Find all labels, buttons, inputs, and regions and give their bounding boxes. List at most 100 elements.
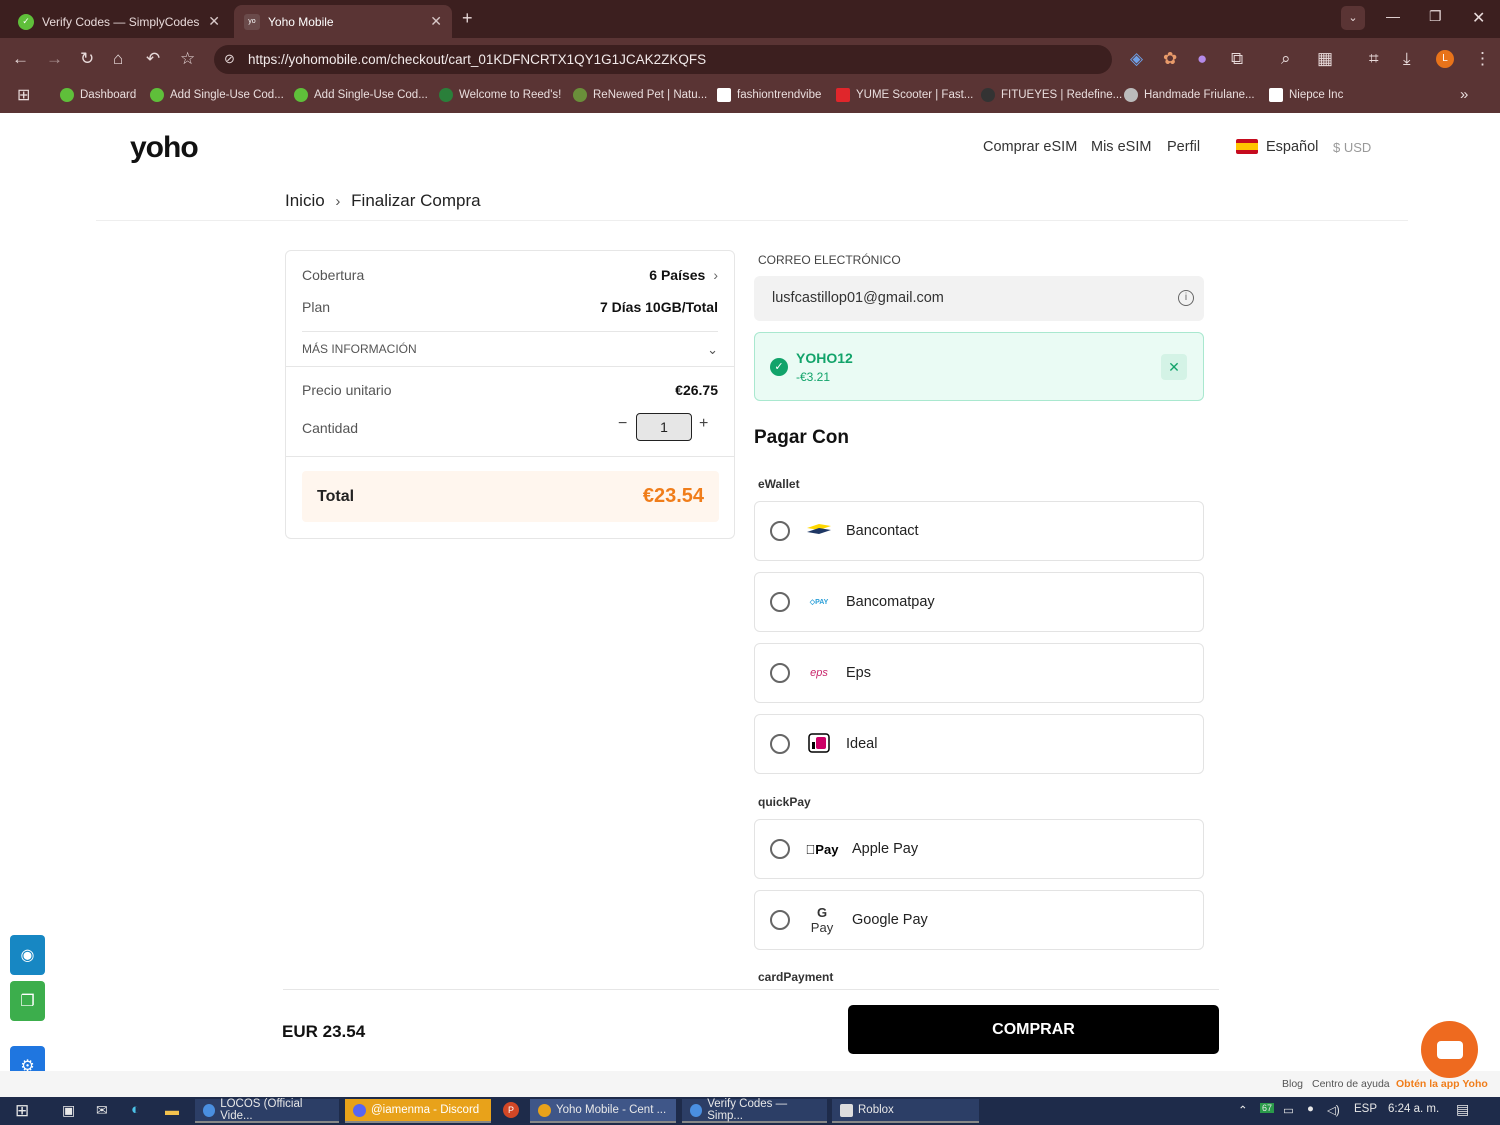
tab-search-icon[interactable]: ⌄ (1341, 6, 1365, 30)
taskbar-item[interactable]: LOCOS (Official Vide... (195, 1098, 339, 1123)
edge-icon[interactable]: ◐ (131, 1101, 140, 1118)
back-icon[interactable]: ← (12, 49, 29, 69)
puzzle-icon[interactable]: ⧉ (1231, 49, 1243, 69)
footer-links: Blog Centro de ayuda Obtén la app Yoho (0, 1071, 1500, 1097)
menu-icon[interactable]: ⋮ (1474, 49, 1491, 69)
radio-button[interactable] (770, 663, 790, 683)
tab-verify-codes[interactable]: ✓ Verify Codes — SimplyCodes ✕ (8, 5, 230, 38)
taskbar-item[interactable]: @iamenma - Discord (345, 1099, 491, 1123)
profile-avatar[interactable]: L (1436, 50, 1454, 68)
remove-promo-button[interactable]: ✕ (1161, 354, 1187, 380)
close-window-icon[interactable]: ✕ (1472, 8, 1485, 28)
notifications-icon[interactable]: ▤ (1456, 1101, 1469, 1118)
taskbar-item[interactable]: Roblox (832, 1099, 979, 1123)
tray-badge[interactable]: 67 (1260, 1103, 1275, 1113)
volume-icon[interactable]: ◁) (1327, 1103, 1340, 1117)
coverage-value[interactable]: 6 Países › (649, 267, 718, 283)
store-icon[interactable]: ▣ (62, 1102, 75, 1119)
bookmark-item[interactable]: YUME Scooter | Fast... (836, 88, 973, 102)
address-bar[interactable]: ⊘ https://yohomobile.com/checkout/cart_0… (214, 45, 1112, 74)
nav-my-esim[interactable]: Mis eSIM (1091, 139, 1151, 155)
home-icon[interactable]: ⌂ (113, 49, 123, 69)
more-info-toggle[interactable]: MÁS INFORMACIÓN ⌄ (302, 342, 718, 358)
bookmark-item[interactable]: Add Single-Use Cod... (294, 88, 428, 102)
new-tab-icon[interactable]: + (462, 8, 473, 29)
mail-icon[interactable]: ✉ (96, 1102, 108, 1119)
reload-icon[interactable]: ↻ (80, 49, 94, 69)
increase-quantity-button[interactable]: + (699, 415, 708, 433)
close-tab-icon[interactable]: ✕ (208, 13, 220, 30)
currency-selector[interactable]: $ USD (1333, 140, 1371, 155)
bookmark-item[interactable]: fashiontrendvibe (717, 88, 821, 102)
radio-button[interactable] (770, 521, 790, 541)
unit-price-row: Precio unitario €26.75 (302, 382, 718, 398)
bookmark-star-icon[interactable]: ☆ (180, 49, 195, 69)
quantity-stepper[interactable]: 1 (636, 413, 692, 441)
qr-icon[interactable]: ▦ (1317, 49, 1333, 69)
payment-option-eps[interactable]: eps Eps (754, 643, 1204, 703)
info-icon[interactable]: i (1178, 290, 1194, 306)
footer-get-app[interactable]: Obtén la app Yoho (1396, 1078, 1488, 1090)
payment-option-ideal[interactable]: Ideal (754, 714, 1204, 774)
forward-icon[interactable]: → (46, 49, 63, 69)
chat-button[interactable] (1421, 1021, 1478, 1078)
language-selector[interactable]: Español (1266, 139, 1318, 155)
extension-icon[interactable]: ✿ (1163, 49, 1177, 69)
bookmark-item[interactable]: Handmade Friulane... (1124, 88, 1255, 102)
undo-icon[interactable]: ↶ (146, 49, 160, 69)
chevron-up-icon[interactable]: ⌃ (1238, 1103, 1248, 1117)
payment-option-apple-pay[interactable]: Pay Apple Pay (754, 819, 1204, 879)
discord-icon (353, 1103, 366, 1117)
email-field[interactable]: lusfcastillop01@gmail.com i (754, 276, 1204, 321)
input-language[interactable]: ESP (1354, 1103, 1377, 1115)
apps-icon[interactable]: ⊞ (17, 85, 30, 105)
close-tab-icon[interactable]: ✕ (430, 13, 442, 30)
radio-button[interactable] (770, 839, 790, 859)
clock[interactable]: 6:24 a. m. (1388, 1103, 1439, 1115)
bookmark-item[interactable]: ReNewed Pet | Natu... (573, 88, 707, 102)
task-view-icon[interactable]: ⊞ (15, 1101, 29, 1121)
bookmark-favicon-icon (717, 88, 731, 102)
shield-extension-icon[interactable]: ◈ (1130, 49, 1143, 69)
taskbar-item[interactable]: Verify Codes — Simp... (682, 1098, 827, 1123)
bookmark-item[interactable]: Niepce Inc (1269, 88, 1343, 102)
payment-option-bancomatpay[interactable]: ◇PAY Bancomatpay (754, 572, 1204, 632)
search-icon[interactable]: ⌕ (1281, 49, 1291, 69)
radio-button[interactable] (770, 734, 790, 754)
file-explorer-icon[interactable]: ▬ (165, 1102, 179, 1118)
footer-blog[interactable]: Blog (1282, 1078, 1303, 1090)
taskbar-item[interactable]: Yoho Mobile - Cent ... (530, 1099, 676, 1123)
tab-yoho-mobile[interactable]: yo Yoho Mobile ✕ (234, 5, 452, 38)
powerpoint-icon[interactable]: P (503, 1102, 519, 1118)
payment-option-bancontact[interactable]: Bancontact (754, 501, 1204, 561)
nav-buy-esim[interactable]: Comprar eSIM (983, 139, 1077, 155)
bookmark-favicon-icon (60, 88, 74, 102)
extension-purple-icon[interactable]: ● (1197, 49, 1207, 69)
plan-value: 7 Días 10GB/Total (599, 299, 718, 315)
crop-icon[interactable]: ⌗ (1369, 49, 1379, 69)
minimize-icon[interactable]: — (1386, 8, 1400, 24)
buy-button[interactable]: COMPRAR (848, 1005, 1219, 1054)
bookmark-item[interactable]: FITUEYES | Redefine... (981, 88, 1122, 102)
microphone-icon[interactable]: ● (1307, 1103, 1314, 1115)
footer-help[interactable]: Centro de ayuda (1312, 1078, 1390, 1090)
chrome-icon (538, 1103, 551, 1117)
radio-button[interactable] (770, 910, 790, 930)
payment-option-google-pay[interactable]: G Pay Google Pay (754, 890, 1204, 950)
restore-icon[interactable]: ❐ (1429, 8, 1442, 25)
bookmark-item[interactable]: Dashboard (60, 88, 136, 102)
bookmark-favicon-icon (150, 88, 164, 102)
bookmark-item[interactable]: Add Single-Use Cod... (150, 88, 284, 102)
yoho-logo[interactable]: yoho (130, 131, 199, 165)
copy-icon[interactable]: ❐ (10, 981, 45, 1021)
bookmark-item[interactable]: Welcome to Reed's! (439, 88, 561, 102)
download-icon[interactable]: ⤓ (1403, 49, 1411, 69)
breadcrumb-home[interactable]: Inicio (285, 191, 325, 210)
decrease-quantity-button[interactable]: − (618, 415, 627, 433)
more-bookmarks-icon[interactable]: » (1460, 86, 1468, 103)
eye-icon[interactable]: ◉ (10, 935, 45, 975)
network-icon[interactable]: ▭ (1283, 1103, 1294, 1117)
radio-button[interactable] (770, 592, 790, 612)
site-info-icon[interactable]: ⊘ (224, 51, 235, 67)
nav-profile[interactable]: Perfil (1167, 139, 1200, 155)
